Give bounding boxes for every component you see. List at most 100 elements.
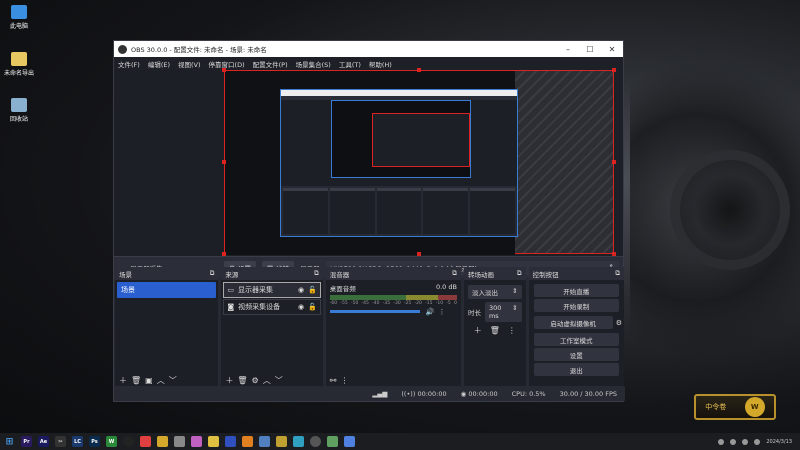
obs-taskbar-icon[interactable] [310,436,321,447]
eye-icon[interactable]: ◉ [298,286,304,294]
menu-file[interactable]: 文件(F) [118,59,140,69]
menu-tools[interactable]: 工具(T) [339,59,361,69]
app-icon[interactable] [157,436,168,447]
app-icon[interactable] [327,436,338,447]
scenes-dock: 场景 ⧉ 场景 ＋ 🗑 ▣ ︿ ﹀ [115,267,219,388]
app-icon[interactable] [276,436,287,447]
close-icon[interactable]: ✕ [601,45,623,54]
duration-label: 时长 [467,309,481,317]
tray-icon[interactable] [730,438,737,445]
desktop-icon-recycle-bin[interactable]: 回收站 [0,98,38,123]
search-icon[interactable] [242,436,253,447]
menu-scene-collection[interactable]: 场景集合(S) [296,59,331,69]
tray-icon[interactable] [718,438,725,445]
more-icon[interactable]: ⋮ [340,376,348,385]
taskbar-app-capcut[interactable]: ✂ [55,436,66,447]
lock-icon[interactable]: 🔓 [308,286,317,294]
menu-edit[interactable]: 编辑(E) [148,59,170,69]
folder-icon[interactable] [208,436,219,447]
maximize-icon[interactable]: ☐ [579,45,601,54]
undock-icon[interactable]: ⧉ [314,269,319,278]
undock-icon[interactable]: ⧉ [210,269,215,278]
preview-area[interactable] [114,68,623,256]
resize-handle[interactable] [417,252,421,256]
taskbar-app-wechat[interactable]: W [106,436,117,447]
resize-handle[interactable] [612,160,616,164]
link-icon[interactable]: ⚯ [330,376,337,385]
menu-profile[interactable]: 配置文件(P) [253,59,288,69]
gear-icon[interactable]: ⚙ [252,376,259,385]
chevron-down-icon[interactable]: ﹀ [275,375,283,386]
resize-handle[interactable] [417,68,421,72]
chevron-up-icon[interactable]: ︿ [157,375,165,386]
chevron-up-icon[interactable]: ︿ [263,375,271,386]
app-icon[interactable] [191,436,202,447]
chevron-down-icon[interactable]: ﹀ [169,375,177,386]
clock[interactable]: 2024/3/13 [766,439,792,445]
add-icon[interactable]: ＋ [474,325,482,336]
app-icon[interactable] [344,436,355,447]
transition-select[interactable]: 淡入淡出 ⇕ [467,285,522,299]
taskbar-app-lc[interactable]: LC [72,436,83,447]
resize-handle[interactable] [222,68,226,72]
menu-help[interactable]: 帮助(H) [369,59,392,69]
volume-slider[interactable] [329,310,420,313]
app-icon[interactable] [140,436,151,447]
undock-icon[interactable]: ⧉ [452,269,457,278]
taskbar-app-photoshop[interactable]: Ps [89,436,100,447]
system-tray: 2024/3/13 [718,438,800,445]
preview-canvas[interactable] [222,68,616,256]
studio-mode-button[interactable]: 工作室模式 [533,333,619,346]
app-icon[interactable] [225,436,236,447]
app-icon[interactable] [293,436,304,447]
taskbar-app-premiere[interactable]: Pr [21,436,32,447]
menu-docks[interactable]: 停靠窗口(D) [209,59,245,69]
source-item[interactable]: ◙ 视频采集设备 ◉ 🔓 [223,299,321,315]
eye-icon[interactable]: ◉ [298,303,304,311]
settings-button[interactable]: 设置 [533,348,619,361]
title-bar[interactable]: OBS 30.0.0 - 配置文件: 未命名 - 场景: 未命名 – ☐ ✕ [114,41,623,57]
camera-icon: ◙ [227,303,235,311]
menu-view[interactable]: 视图(V) [178,59,201,69]
scene-item[interactable]: 场景 [117,282,217,298]
qq-icon[interactable] [123,436,134,447]
wow-badge: 中令卷 W [694,394,776,420]
start-virtual-camera-button[interactable]: 启动虚拟摄像机 [533,316,613,329]
windows-start-icon[interactable]: ⊞ [4,436,15,447]
resize-handle[interactable] [612,252,616,256]
undock-icon[interactable]: ⧉ [615,269,620,278]
duration-input[interactable]: 300 ms ⇕ [484,302,522,322]
more-icon[interactable]: ⋮ [508,326,516,335]
start-streaming-button[interactable]: 开始直播 [533,284,619,297]
scene-filter-icon[interactable]: ▣ [145,376,153,385]
desktop-icon-this-pc[interactable]: 此电脑 [0,5,38,30]
resize-handle[interactable] [222,252,226,256]
app-icon[interactable] [174,436,185,447]
taskbar-app-aftereffects[interactable]: Ae [38,436,49,447]
source-item[interactable]: ▭ 显示器采集 ◉ 🔓 [223,282,321,298]
chevron-down-icon: ⇕ [512,287,518,295]
lock-icon[interactable]: 🔓 [308,303,317,311]
minimize-icon[interactable]: – [557,45,579,54]
speaker-icon[interactable]: 🔊 [426,308,435,316]
desktop-icon-folder[interactable]: 未命名导出 [0,52,38,77]
more-icon[interactable]: ⋮ [438,308,445,316]
resize-handle[interactable] [222,160,226,164]
tray-icon[interactable] [754,438,761,445]
taskbar: ⊞ Pr Ae ✂ LC Ps W 2024/3/13 [0,433,800,450]
tray-icon[interactable] [742,438,749,445]
resize-handle[interactable] [612,68,616,72]
dock-area: 场景 ⧉ 场景 ＋ 🗑 ▣ ︿ ﹀ 来源 ⧉ ▭ 显示器采集 ◉ 🔓 ◙ 视频采… [114,267,625,388]
app-icon[interactable] [259,436,270,447]
undock-icon[interactable]: ⧉ [517,269,522,278]
add-icon[interactable]: ＋ [225,375,233,386]
fps-readout: 30.00 / 30.00 FPS [559,389,617,398]
add-icon[interactable]: ＋ [119,375,127,386]
trash-icon[interactable]: 🗑 [131,376,141,385]
sources-dock: 来源 ⧉ ▭ 显示器采集 ◉ 🔓 ◙ 视频采集设备 ◉ 🔓 ＋ 🗑 ⚙ ︿ ﹀ [221,267,323,388]
trash-icon[interactable]: 🗑 [237,376,247,385]
start-recording-button[interactable]: 开始录制 [533,299,619,312]
gear-icon[interactable]: ⚙ [616,319,622,327]
trash-icon[interactable]: 🗑 [490,326,500,335]
exit-button[interactable]: 退出 [533,363,619,376]
